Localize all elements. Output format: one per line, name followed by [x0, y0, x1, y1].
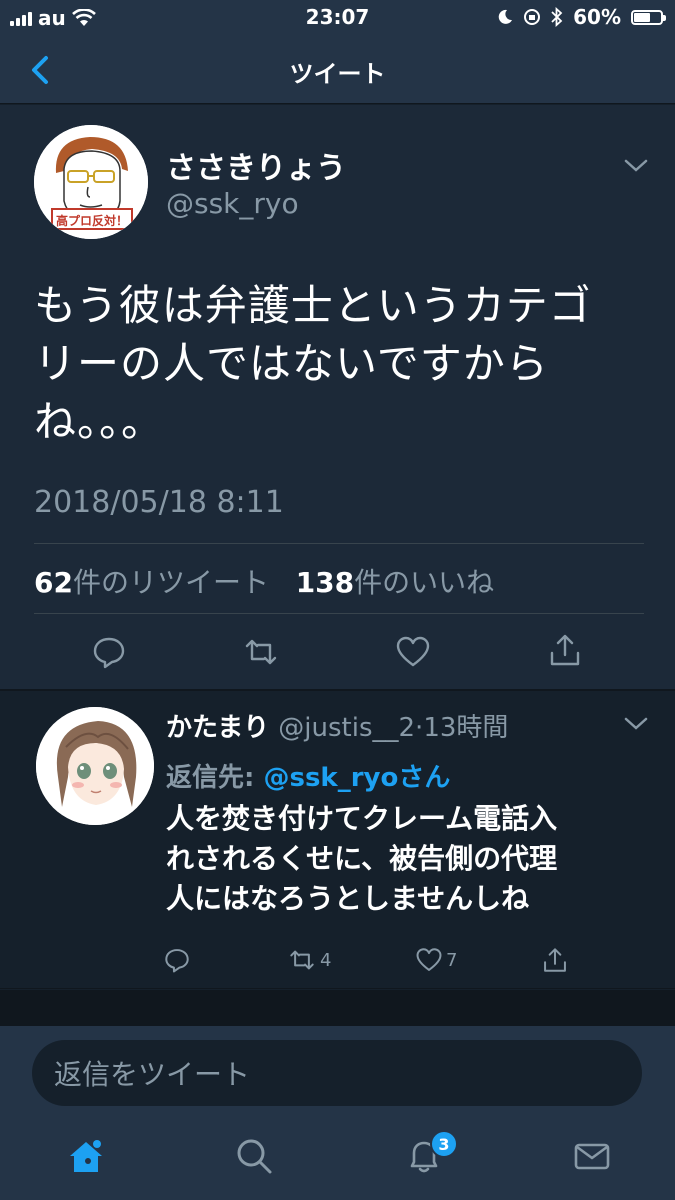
divider: [34, 613, 644, 614]
notification-badge: 3: [430, 1130, 458, 1158]
reply-composer-bar: 返信をツイート: [0, 1026, 675, 1122]
share-icon: [544, 948, 566, 972]
share-button[interactable]: [542, 947, 568, 973]
like-button[interactable]: 7: [416, 947, 457, 973]
reply-to: 返信先: @ssk_ryoさん: [166, 757, 450, 794]
tweet-text-line: ね。。。: [34, 397, 165, 446]
status-bar: au 23:07 60%: [0, 0, 675, 36]
tweet-stats: 62件のリツイート 138件のいいね: [34, 561, 494, 601]
bluetooth-icon: [551, 7, 563, 27]
retweet-count: 4: [320, 949, 332, 971]
retweet-icon[interactable]: [244, 635, 278, 669]
empty-area: [0, 990, 675, 1026]
main-tweet: 高プロ反対！ ささきりょう @ssk_ryo もう彼は弁護士というカテゴ リーの…: [0, 105, 675, 689]
reply-tweet[interactable]: かたまり @justis__2·13時間 返信先: @ssk_ryoさん 人を焚…: [0, 689, 675, 989]
display-name[interactable]: ささきりょう: [166, 143, 346, 187]
reply-button[interactable]: [164, 947, 190, 973]
battery-percent: 60%: [573, 5, 621, 29]
reply-header: かたまり @justis__2·13時間: [166, 707, 508, 744]
reply-to-label: 返信先:: [166, 763, 255, 793]
like-count: 138: [295, 566, 355, 599]
mail-icon[interactable]: [572, 1136, 612, 1176]
retweet-icon: [290, 950, 314, 970]
tweet-text-line: リーの人ではないですから: [34, 339, 549, 388]
share-icon[interactable]: [548, 633, 582, 667]
chevron-down-icon[interactable]: [622, 715, 650, 733]
orientation-lock-icon: [524, 9, 541, 25]
avatar-illustration: [36, 707, 154, 825]
user-handle[interactable]: @justis__2·13時間: [278, 713, 508, 743]
reply-input-placeholder: 返信をツイート: [54, 1058, 251, 1091]
reply-text-line: 人を焚き付けてクレーム電話入: [166, 802, 558, 835]
reply-text-line: れされるくせに、被告側の代理: [166, 842, 558, 875]
divider: [34, 543, 644, 544]
like-label: 件のいいね: [354, 566, 495, 599]
avatar[interactable]: 高プロ反対！: [34, 125, 148, 239]
avatar-badge-text: 高プロ反対！: [56, 214, 129, 228]
search-icon[interactable]: [234, 1136, 274, 1176]
heart-icon: [416, 948, 442, 971]
battery-icon: [631, 9, 666, 25]
avatar[interactable]: [36, 707, 154, 825]
reply-input[interactable]: 返信をツイート: [32, 1040, 642, 1106]
tweet-timestamp[interactable]: 2018/05/18 8:11: [34, 485, 284, 520]
like-stat[interactable]: 138件のいいね: [296, 566, 494, 599]
moon-icon: [498, 9, 513, 24]
page-title: ツイート: [289, 60, 386, 88]
nav-bar: ツイート: [0, 36, 675, 104]
tab-bar: [0, 1122, 675, 1200]
chevron-down-icon[interactable]: [622, 157, 650, 175]
tweet-text: もう彼は弁護士というカテゴ リーの人ではないですから ね。。。: [34, 277, 644, 451]
retweet-label: 件のリツイート: [72, 566, 269, 599]
like-count: 7: [446, 949, 458, 971]
user-handle[interactable]: @ssk_ryo: [166, 187, 299, 220]
reply-text: 人を焚き付けてクレーム電話入 れされるくせに、被告側の代理 人にはなろうとしませ…: [166, 799, 646, 919]
reply-icon: [165, 949, 189, 973]
status-right: 60%: [497, 5, 666, 29]
heart-icon[interactable]: [396, 635, 430, 669]
display-name[interactable]: かたまり: [166, 713, 269, 743]
reply-text-line: 人にはなろうとしませんしね: [166, 882, 530, 915]
retweet-stat[interactable]: 62件のリツイート: [34, 566, 269, 599]
reply-icon[interactable]: [92, 635, 126, 669]
retweet-button[interactable]: 4: [288, 947, 331, 973]
home-icon[interactable]: [66, 1136, 106, 1176]
tweet-text-line: もう彼は弁護士というカテゴ: [34, 281, 592, 330]
reply-to-link[interactable]: @ssk_ryoさん: [263, 763, 450, 793]
retweet-count: 62: [34, 566, 73, 599]
